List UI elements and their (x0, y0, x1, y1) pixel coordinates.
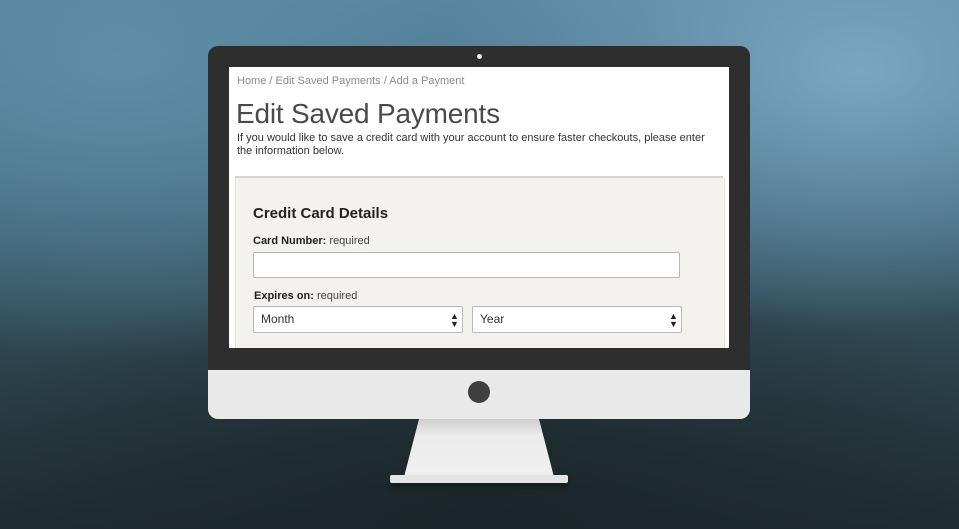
up-down-arrows-icon: ▲ ▼ (669, 311, 678, 329)
year-select[interactable]: Year ▲ ▼ (472, 306, 682, 333)
camera-icon (477, 54, 482, 59)
credit-card-details-heading: Credit Card Details (253, 205, 389, 222)
expires-on-label: Expires on: required (254, 290, 357, 302)
monitor-logo-icon (468, 381, 490, 403)
breadcrumb-edit-saved-payments-link[interactable]: Edit Saved Payments (276, 75, 381, 87)
month-select-value: Month (261, 312, 295, 326)
up-down-arrows-icon: ▲ ▼ (450, 311, 459, 329)
card-number-label-text: Card Number: (253, 235, 327, 247)
monitor-stand (404, 419, 554, 477)
year-select-value: Year (480, 312, 505, 326)
card-number-input[interactable] (253, 252, 680, 278)
breadcrumb: Home / Edit Saved Payments / Add a Payme… (237, 75, 464, 87)
desktop-scene: Home / Edit Saved Payments / Add a Payme… (0, 0, 959, 529)
expires-on-label-text: Expires on: (254, 290, 314, 302)
credit-card-panel: Credit Card Details Card Number: require… (235, 178, 725, 348)
breadcrumb-home-link[interactable]: Home (237, 75, 266, 87)
page-intro-text: If you would like to save a credit card … (237, 132, 705, 157)
monitor-foot (390, 475, 568, 483)
breadcrumb-current: Add a Payment (389, 75, 465, 87)
breadcrumb-separator: / (266, 75, 276, 87)
breadcrumb-separator: / (380, 75, 390, 87)
month-select[interactable]: Month ▲ ▼ (253, 306, 463, 333)
card-number-label: Card Number: required (253, 235, 370, 247)
card-number-required-text: required (329, 235, 370, 247)
page-title: Edit Saved Payments (236, 98, 500, 129)
expires-on-required-text: required (316, 290, 358, 302)
browser-screen: Home / Edit Saved Payments / Add a Payme… (229, 67, 729, 348)
